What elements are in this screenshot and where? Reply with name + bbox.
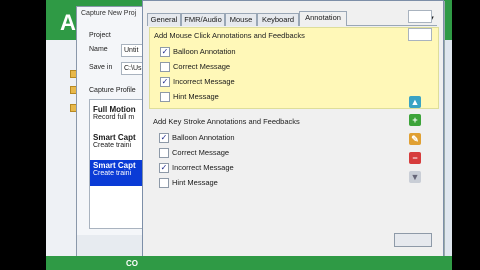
checkbox[interactable]: ✓	[160, 77, 170, 87]
group-title: Add Mouse Click Annotations and Feedback…	[154, 31, 305, 40]
tab-fmr-audio[interactable]: FMR/Audio	[181, 13, 225, 26]
project-label: Project	[89, 32, 111, 39]
side-toolbar: ▲ + ✎ − ▼	[406, 92, 424, 192]
right-field[interactable]	[408, 28, 432, 41]
key-stroke-annotations-group: Add Key Stroke Annotations and Feedbacks…	[149, 114, 437, 194]
group-title: Add Key Stroke Annotations and Feedbacks	[153, 117, 300, 126]
checkbox[interactable]: ✓	[159, 163, 169, 173]
capture-profile-editor-dialog: General FMR/Audio Mouse Keyboard Annotat…	[142, 0, 444, 264]
checkbox-label: Incorrect Message	[173, 77, 235, 86]
checkbox-label: Hint Message	[173, 92, 219, 101]
remove-icon[interactable]: −	[409, 152, 421, 164]
checkbox-label: Correct Message	[172, 148, 230, 157]
tab-keyboard[interactable]: Keyboard	[257, 13, 299, 26]
footer-text: CO	[126, 259, 138, 268]
capture-profiles-label: Capture Profile	[89, 87, 136, 94]
up-arrow-icon[interactable]: ▲	[409, 96, 421, 108]
checkbox[interactable]	[159, 178, 169, 188]
brand-logo-letter: A	[60, 10, 76, 35]
down-arrow-icon[interactable]: ▼	[409, 171, 421, 183]
checkbox[interactable]	[160, 62, 170, 72]
right-side-fields	[408, 10, 432, 50]
mouse-click-annotations-group: Add Mouse Click Annotations and Feedback…	[149, 27, 439, 109]
add-icon[interactable]: +	[409, 114, 421, 126]
checkbox[interactable]: ✓	[159, 133, 169, 143]
checkbox-label: Correct Message	[173, 62, 231, 71]
checkbox-label: Balloon Annotation	[172, 133, 235, 142]
capture-new-project-window: Capture New Proj Project Name Untit Save…	[76, 6, 153, 258]
checkbox-label: Incorrect Message	[172, 163, 234, 172]
name-label: Name	[89, 46, 108, 53]
right-action-button[interactable]	[394, 233, 432, 247]
checkbox[interactable]: ✓	[160, 47, 170, 57]
left-file-strip	[46, 40, 79, 256]
tab-general[interactable]: General	[147, 13, 181, 26]
capture-window-bottom-area	[77, 235, 149, 257]
edit-icon[interactable]: ✎	[409, 133, 421, 145]
tab-mouse[interactable]: Mouse	[225, 13, 257, 26]
checkbox[interactable]	[160, 92, 170, 102]
tab-strip: General FMR/Audio Mouse Keyboard Annotat…	[147, 11, 437, 26]
checkbox-label: Balloon Annotation	[173, 47, 236, 56]
app-footer-band	[46, 256, 452, 270]
tab-annotation[interactable]: Annotation	[299, 11, 347, 26]
right-letterbox	[452, 0, 480, 270]
window-title: Capture New Proj	[81, 10, 137, 17]
checkbox-label: Hint Message	[172, 178, 218, 187]
checkbox[interactable]	[159, 148, 169, 158]
right-field[interactable]	[408, 10, 432, 23]
left-letterbox	[0, 0, 46, 270]
application-window: A Capture New Proj Project Name Untit Sa…	[46, 0, 452, 270]
save-in-label: Save in	[89, 64, 113, 71]
